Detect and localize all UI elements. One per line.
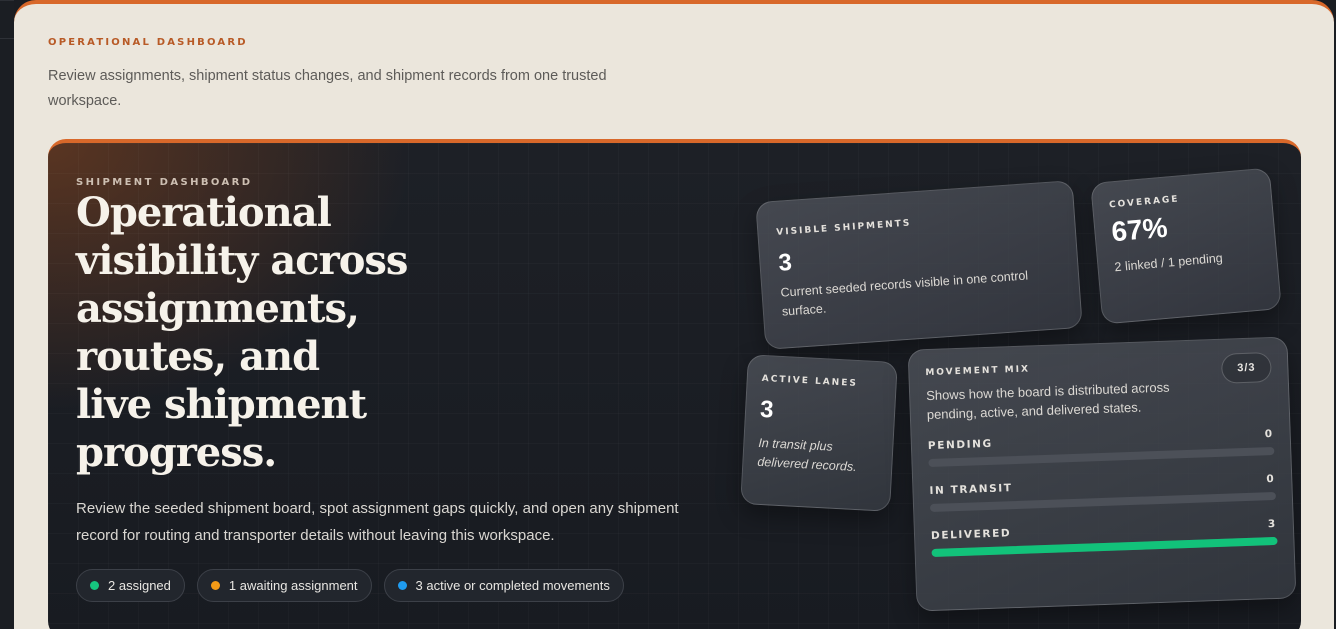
card-description: In transit plus delivered records. [757, 435, 857, 475]
hero-title-line: progress. [76, 429, 277, 476]
mix-count-badge: 3/3 [1220, 352, 1272, 384]
hero-title-line: routes, and [76, 333, 320, 380]
mix-row-value: 0 [1266, 472, 1276, 486]
mix-row-value: 3 [1267, 517, 1278, 531]
mix-row-label: IN TRANSIT [929, 482, 1013, 498]
status-dot-icon [90, 581, 99, 590]
hero-body: Review the seeded shipment board, spot a… [76, 500, 679, 544]
status-pills: 2 assigned 1 awaiting assignment 3 activ… [76, 569, 624, 602]
mix-row-delivered: DELIVERED 3 [931, 518, 1278, 557]
pill-label: 1 awaiting assignment [228, 578, 358, 593]
pill-label: 3 active or completed movements [415, 578, 610, 593]
status-dot-icon [397, 581, 407, 590]
active-lanes-card: ACTIVE LANES 3 In transit plus delivered… [740, 354, 898, 512]
mix-row-pending: PENDING 0 [927, 427, 1275, 468]
card-value: 67% [1110, 211, 1169, 248]
movement-mix-card: MOVEMENT MIX 3/3 Shows how the board is … [907, 336, 1297, 612]
pill-awaiting[interactable]: 1 awaiting assignment [196, 569, 372, 602]
mix-row-in-transit: IN TRANSIT 0 [929, 472, 1277, 513]
visible-shipments-card: VISIBLE SHIPMENTS 3 Current seeded recor… [755, 180, 1083, 350]
page-lead: Review assignments, shipment status chan… [48, 68, 607, 109]
hero-section: SHIPMENT DASHBOARD Operational visibilit… [48, 139, 1301, 629]
mix-row-label: PENDING [927, 437, 993, 453]
hero-title-line: visibility across [76, 237, 408, 284]
hero-title: Operational visibility across assignment… [76, 189, 456, 477]
mix-row-value: 0 [1264, 427, 1274, 441]
card-description: 2 linked / 1 pending [1113, 250, 1224, 275]
hero-eyebrow: SHIPMENT DASHBOARD [76, 177, 253, 188]
coverage-card: COVERAGE 67% 2 linked / 1 pending [1090, 167, 1282, 325]
pill-assigned[interactable]: 2 assigned [76, 569, 185, 602]
dashboard-panel: OPERATIONAL DASHBOARD Review assignments… [14, 0, 1334, 629]
page-eyebrow: OPERATIONAL DASHBOARD [48, 37, 248, 48]
card-label: MOVEMENT MIX [925, 364, 1031, 379]
app-side-strip [0, 0, 14, 629]
status-dot-icon [210, 581, 220, 590]
card-value: 3 [759, 395, 775, 424]
mix-row-label: DELIVERED [930, 527, 1012, 542]
pill-label: 2 assigned [108, 578, 171, 593]
hero-title-line: Operational [76, 189, 332, 236]
pill-movements[interactable]: 3 active or completed movements [383, 569, 624, 602]
hero-title-line: live shipment [76, 381, 367, 428]
hero-title-line: assignments, [76, 285, 360, 332]
card-description: Shows how the board is distributed acros… [925, 379, 1170, 423]
card-label: ACTIVE LANES [761, 373, 859, 389]
